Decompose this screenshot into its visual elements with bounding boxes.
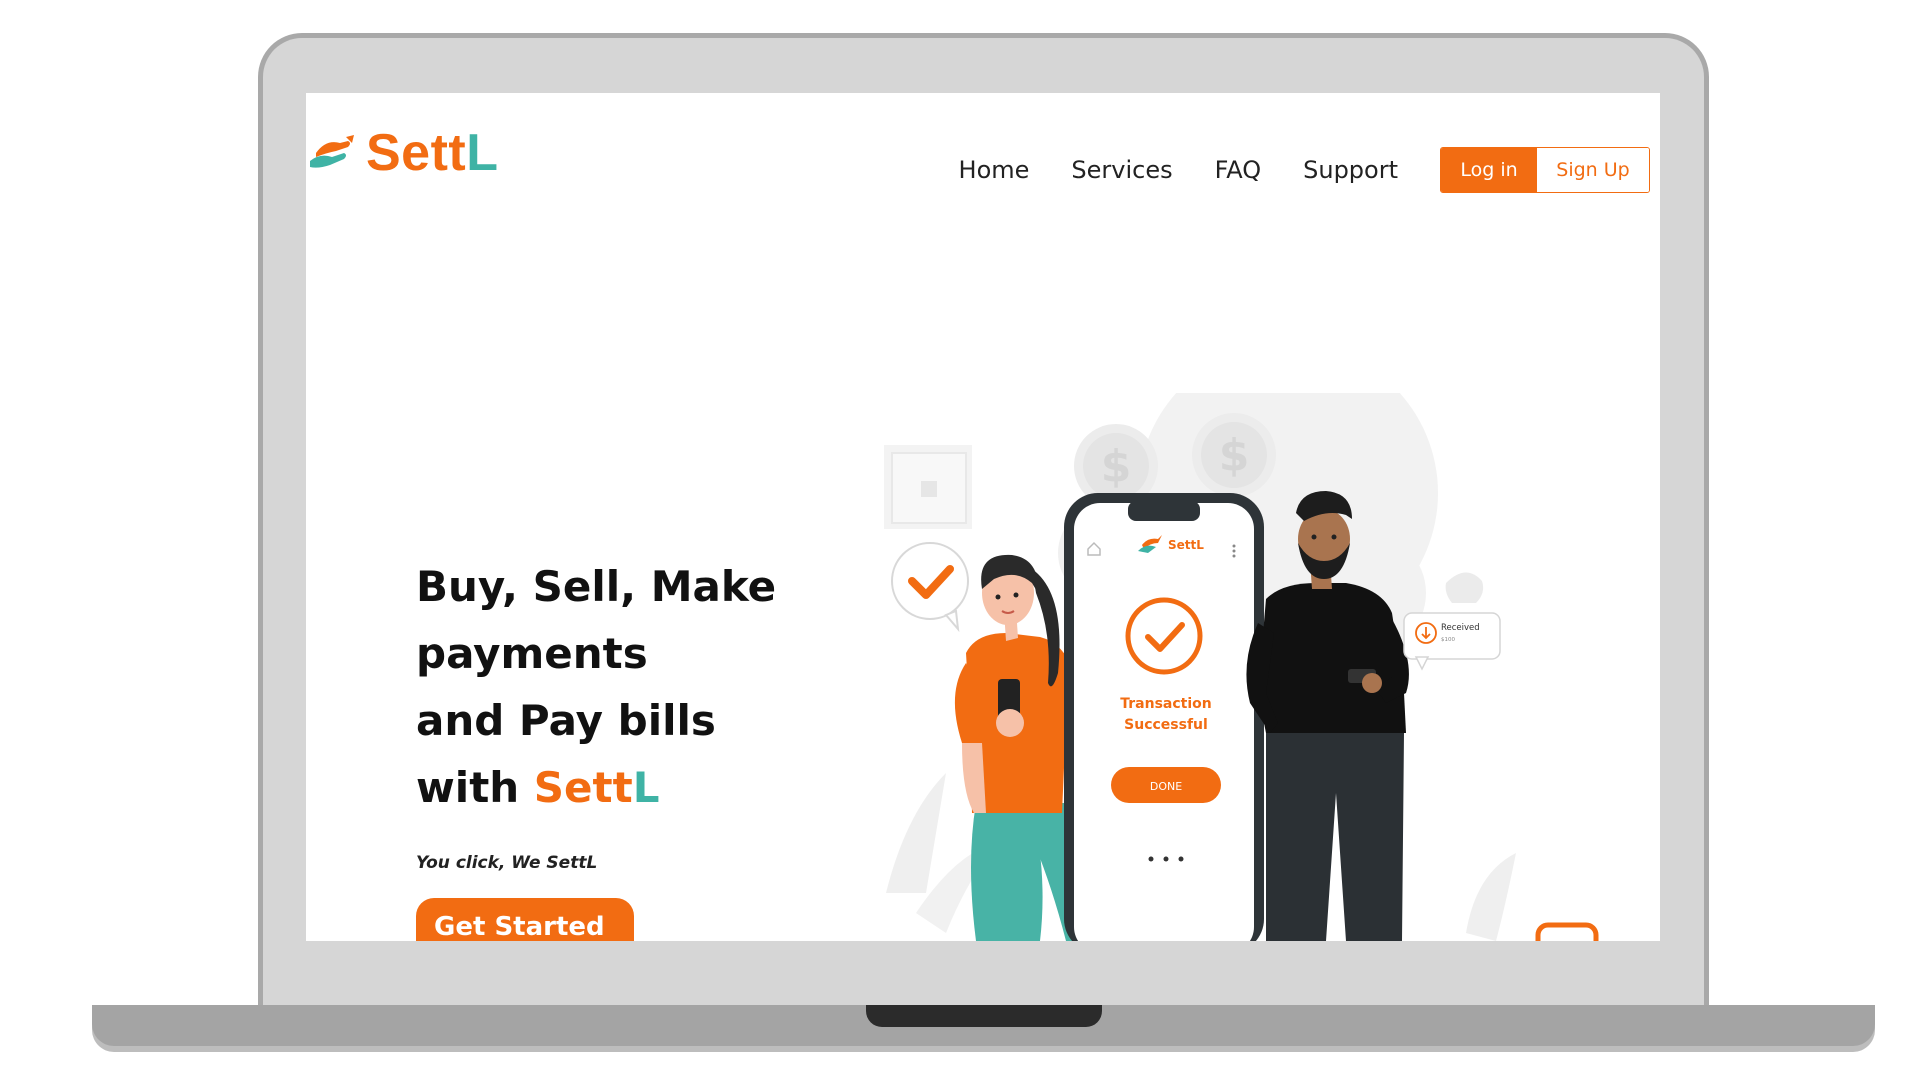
- hero-illustration: $ $ SettL Transaction Successful DONE Re…: [884, 393, 1599, 941]
- login-button[interactable]: Log in: [1441, 148, 1537, 192]
- nav-services[interactable]: Services: [1071, 156, 1172, 184]
- chat-widget-icon: [1535, 922, 1599, 941]
- phone-done-label: DONE: [1150, 780, 1182, 793]
- svg-text:$: $: [1101, 441, 1132, 492]
- site-logo[interactable]: SettL: [306, 123, 499, 183]
- get-started-button[interactable]: Get Started →: [416, 898, 634, 941]
- brand-name-main: Sett: [366, 124, 467, 182]
- nav-home[interactable]: Home: [959, 156, 1030, 184]
- hero-line-3: and Pay bills: [416, 696, 716, 745]
- hero-brand-accent: L: [632, 763, 660, 812]
- notification-amount: $100: [1441, 637, 1455, 643]
- transaction-status-line-1: Transaction: [1120, 696, 1212, 712]
- hero-tagline: You click, We SettL: [416, 853, 598, 873]
- hand-coin-logo-icon: [310, 135, 354, 168]
- hero-line-4-prefix: with: [416, 763, 534, 812]
- received-notification: Received $100: [1403, 612, 1501, 671]
- nav-support[interactable]: Support: [1303, 156, 1398, 184]
- laptop-screen: SettL Home Services FAQ Support Log in S…: [306, 93, 1660, 941]
- phone-mockup: SettL Transaction Successful DONE: [1064, 493, 1264, 941]
- svg-text:$: $: [1219, 430, 1250, 481]
- main-navigation: Home Services FAQ Support Log in Sign Up: [959, 147, 1650, 193]
- brand-name-accent: L: [466, 124, 499, 182]
- phone-brand: SettL: [1168, 538, 1204, 552]
- nav-faq[interactable]: FAQ: [1215, 156, 1262, 184]
- laptop-notch: [866, 1005, 1102, 1027]
- notification-title: Received: [1441, 623, 1480, 633]
- signup-button[interactable]: Sign Up: [1537, 148, 1649, 192]
- auth-buttons: Log in Sign Up: [1440, 147, 1650, 193]
- hero-brand-main: Sett: [533, 763, 633, 812]
- brand-wordmark: SettL: [366, 123, 499, 183]
- hero-headline: Buy, Sell, Make payments and Pay bills w…: [416, 553, 836, 821]
- check-bubble-icon: [891, 542, 969, 633]
- hero-line-2: payments: [416, 629, 648, 678]
- hero-line-4: with SettL: [416, 754, 836, 821]
- hero-line-1: Buy, Sell, Make: [416, 562, 777, 611]
- transaction-status-line-2: Successful: [1124, 717, 1208, 733]
